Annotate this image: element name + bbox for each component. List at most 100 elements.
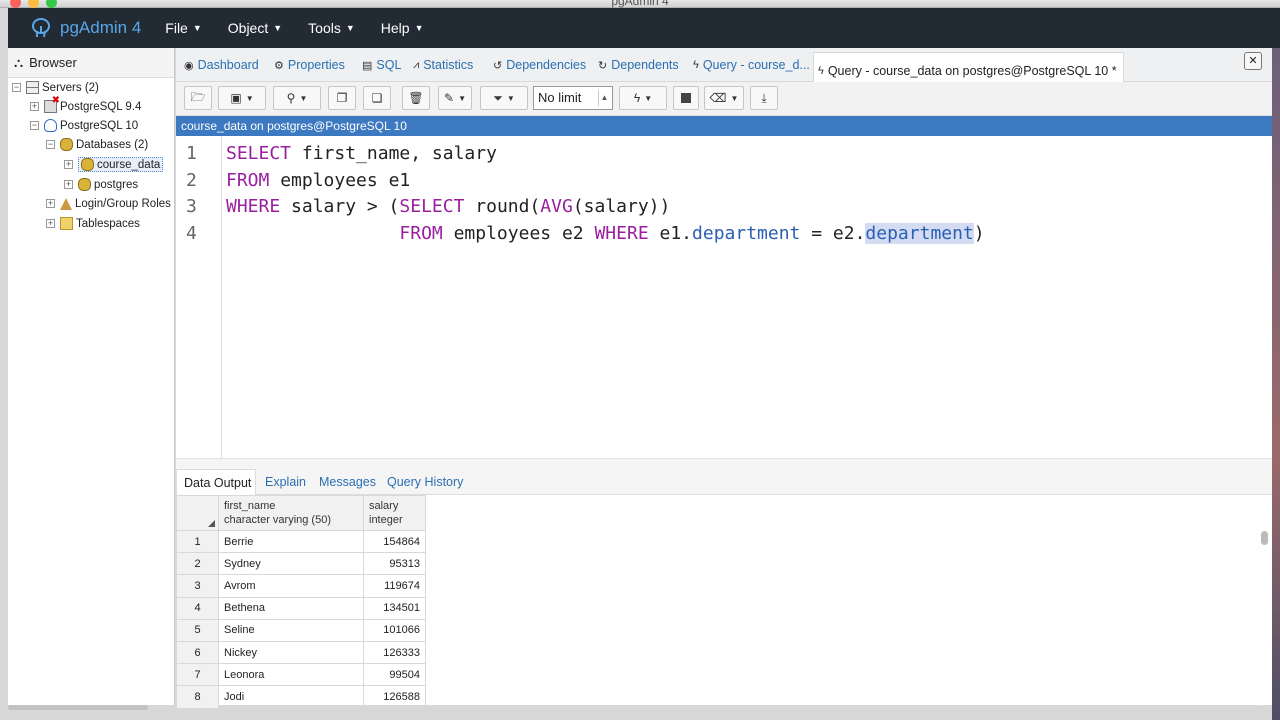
cell-salary[interactable]: 126588 <box>363 685 426 709</box>
cell-salary[interactable]: 134501 <box>363 596 426 620</box>
cell-salary[interactable]: 95313 <box>363 552 426 576</box>
cell-first-name[interactable]: Jodi <box>218 685 364 709</box>
close-tab-button[interactable]: ✕ <box>1244 52 1262 70</box>
expand-toggle[interactable]: + <box>46 219 55 228</box>
tab-dependents[interactable]: ↻ Dependents <box>598 58 679 72</box>
collapse-toggle[interactable]: − <box>30 121 39 130</box>
table-row[interactable]: 3 Avrom 119674 <box>176 574 426 598</box>
connection-bar: course_data on postgres@PostgreSQL 10 <box>176 116 1272 136</box>
tab-messages[interactable]: Messages <box>319 475 376 489</box>
tab-dashboard[interactable]: ◉ Dashboard <box>184 58 259 72</box>
find-button[interactable]: ⚲ ▼ <box>273 86 321 110</box>
column-header-first-name[interactable]: first_name character varying (50) <box>218 495 364 531</box>
row-limit-select[interactable]: No limit ▲ <box>533 86 613 110</box>
row-number[interactable]: 1 <box>176 529 219 554</box>
stop-button[interactable] <box>673 86 699 110</box>
tab-data-output[interactable]: Data Output <box>176 469 257 495</box>
menu-file[interactable]: File ▼ <box>165 20 201 36</box>
cell-first-name[interactable]: Leonora <box>218 663 364 687</box>
download-button[interactable]: ⤓ <box>750 86 778 110</box>
tree-item-login-roles[interactable]: + Login/Group Roles <box>46 194 171 213</box>
tree-item-postgresql-10[interactable]: − PostgreSQL 10 <box>30 116 138 135</box>
properties-icon: ⚙ <box>274 59 284 72</box>
column-header-salary[interactable]: salary integer <box>363 495 426 531</box>
tab-dependencies[interactable]: ↺ Dependencies <box>493 58 586 72</box>
window-titlebar: pgAdmin 4 <box>0 0 1280 8</box>
table-row[interactable]: 1 Berrie 154864 <box>176 529 426 554</box>
table-row[interactable]: 4 Bethena 134501 <box>176 596 426 620</box>
tree-item-course-data[interactable]: + course_data <box>64 155 164 174</box>
caret-down-icon: ▼ <box>192 23 202 33</box>
clear-button[interactable]: ⌫ ▼ <box>704 86 744 110</box>
selected-text: department <box>865 223 974 244</box>
tree-item-tablespaces[interactable]: + Tablespaces <box>46 214 140 233</box>
select-all-icon <box>208 520 215 527</box>
expand-toggle[interactable]: + <box>64 160 73 169</box>
save-button[interactable]: ▣ ▼ <box>218 86 266 110</box>
tree-item-label: Databases (2) <box>76 138 149 151</box>
dependencies-icon: ↺ <box>493 59 503 72</box>
row-number[interactable]: 7 <box>176 663 219 687</box>
cell-first-name[interactable]: Avrom <box>218 574 364 598</box>
cell-salary[interactable]: 126333 <box>363 640 426 665</box>
edit-icon: ✎ <box>444 91 455 105</box>
tree-item-databases[interactable]: − Databases (2) <box>46 135 148 154</box>
menu-help[interactable]: Help ▼ <box>381 20 424 36</box>
vertical-scrollbar[interactable] <box>1261 531 1268 545</box>
edit-button[interactable]: ✎ ▼ <box>438 86 472 110</box>
caret-down-icon: ▼ <box>299 93 308 103</box>
cell-salary[interactable]: 101066 <box>363 618 426 642</box>
tab-explain[interactable]: Explain <box>265 475 306 489</box>
tab-sql[interactable]: ▤ SQL <box>362 58 401 72</box>
cell-first-name[interactable]: Nickey <box>218 640 364 665</box>
menu-object[interactable]: Object ▼ <box>228 20 282 36</box>
cell-first-name[interactable]: Seline <box>218 618 364 642</box>
tab-query-active[interactable]: ϟ Query - course_data on postgres@Postgre… <box>813 52 1124 82</box>
menu-tools[interactable]: Tools ▼ <box>308 20 355 36</box>
tree-item-postgres[interactable]: + postgres <box>64 175 138 194</box>
code-text: employees e1 <box>269 170 411 191</box>
query-icon: ϟ <box>693 59 699 71</box>
paste-button[interactable]: ❏ <box>363 86 391 110</box>
cell-salary[interactable]: 99504 <box>363 663 426 687</box>
tab-properties[interactable]: ⚙ Properties <box>274 58 345 72</box>
grid-corner[interactable] <box>176 495 219 531</box>
tab-query-history[interactable]: Query History <box>387 475 463 489</box>
execute-button[interactable]: ϟ ▼ <box>619 86 667 110</box>
table-row[interactable]: 6 Nickey 126333 <box>176 640 426 665</box>
tab-query-1[interactable]: ϟ Query - course_d... <box>693 58 810 72</box>
filter-button[interactable]: ⏷ ▼ <box>480 86 528 110</box>
table-row[interactable]: 2 Sydney 95313 <box>176 552 426 576</box>
collapse-toggle[interactable]: − <box>46 140 55 149</box>
cell-first-name[interactable]: Sydney <box>218 552 364 576</box>
collapse-toggle[interactable]: − <box>12 83 21 92</box>
tab-statistics[interactable]: ⩘ Statistics <box>413 58 473 72</box>
table-row[interactable]: 7 Leonora 99504 <box>176 663 426 687</box>
sql-editor[interactable]: 1 2 3 4 SELECT first_name, salary FROM e… <box>176 136 1272 461</box>
cell-salary[interactable]: 154864 <box>363 529 426 554</box>
cell-salary[interactable]: 119674 <box>363 574 426 598</box>
row-number[interactable]: 2 <box>176 552 219 576</box>
copy-button[interactable]: ❐ <box>328 86 356 110</box>
delete-button[interactable]: 🗑 <box>402 86 430 110</box>
expand-toggle[interactable]: + <box>46 199 55 208</box>
horizontal-scrollbar[interactable] <box>8 705 148 710</box>
table-row[interactable]: 5 Seline 101066 <box>176 618 426 642</box>
tab-label: Dependents <box>611 58 679 72</box>
tree-item-postgresql-94[interactable]: + ✖ PostgreSQL 9.4 <box>30 95 141 116</box>
window-title: pgAdmin 4 <box>611 0 669 8</box>
expand-toggle[interactable]: + <box>64 180 73 189</box>
expand-toggle[interactable]: + <box>30 102 39 111</box>
row-number[interactable]: 3 <box>176 574 219 598</box>
keyword: SELECT <box>226 143 292 164</box>
row-number[interactable]: 5 <box>176 618 219 642</box>
table-row[interactable]: 8 Jodi 126588 <box>176 685 426 709</box>
brand[interactable]: pgAdmin 4 <box>30 17 141 39</box>
open-file-button[interactable]: 🗁 <box>184 86 212 110</box>
code-line-3: WHERE salary > (SELECT round(AVG(salary)… <box>226 196 670 217</box>
row-number[interactable]: 6 <box>176 640 219 665</box>
row-number[interactable]: 4 <box>176 596 219 620</box>
row-number[interactable]: 8 <box>176 685 219 709</box>
cell-first-name[interactable]: Bethena <box>218 596 364 620</box>
cell-first-name[interactable]: Berrie <box>218 529 364 554</box>
